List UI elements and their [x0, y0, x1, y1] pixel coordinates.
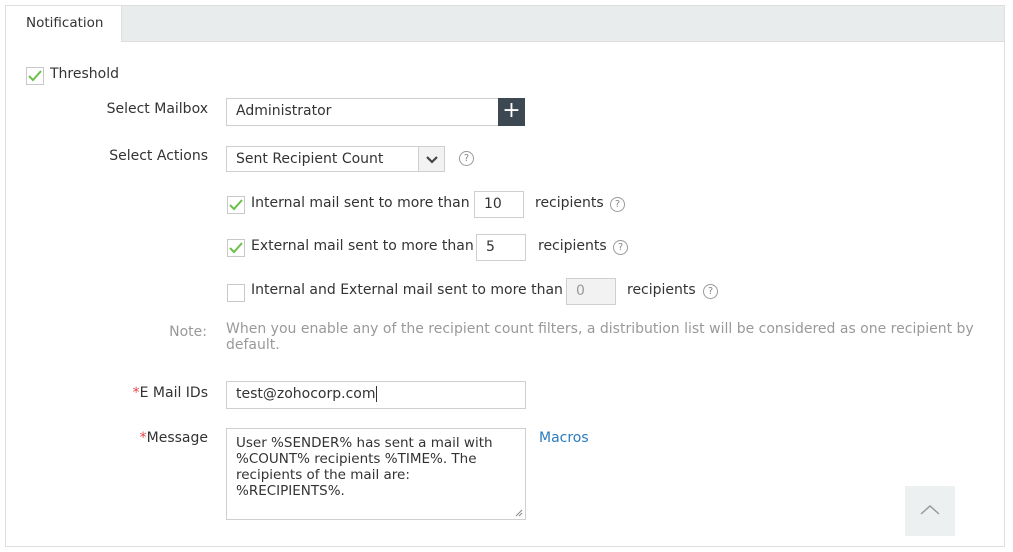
check-icon	[28, 70, 42, 82]
help-icon[interactable]: ?	[610, 197, 625, 212]
external-count-value: 5	[486, 239, 495, 255]
message-value: User %SENDER% has sent a mail with %COUN…	[236, 435, 497, 499]
required-mark: *	[139, 430, 147, 446]
note-text: When you enable any of the recipient cou…	[226, 321, 974, 353]
external-count-input[interactable]: 5	[476, 234, 526, 261]
actions-selected-value: Sent Recipient Count	[236, 151, 384, 167]
internal-count-input[interactable]: 10	[474, 191, 524, 218]
tab-notification[interactable]: Notification	[6, 6, 122, 42]
internal-suffix: recipients	[535, 195, 604, 211]
external-filter-checkbox[interactable]	[227, 239, 245, 257]
help-icon[interactable]: ?	[703, 284, 718, 299]
actions-dropdown-button[interactable]	[418, 147, 444, 171]
actions-select[interactable]: Sent Recipient Count	[226, 146, 445, 172]
select-mailbox-label: Select Mailbox	[106, 101, 208, 117]
help-icon[interactable]: ?	[613, 240, 628, 255]
add-mailbox-button[interactable]: +	[498, 98, 525, 126]
macros-link[interactable]: Macros	[539, 430, 589, 446]
mailbox-value: Administrator	[236, 103, 332, 119]
check-icon	[229, 242, 243, 254]
internal-external-suffix: recipients	[627, 282, 696, 298]
threshold-checkbox[interactable]	[26, 67, 44, 85]
select-actions-label: Select Actions	[109, 148, 208, 164]
email-ids-value: test@zohocorp.com	[236, 386, 376, 402]
internal-external-filter-label: Internal and External mail sent to more …	[251, 282, 563, 298]
threshold-label: Threshold	[50, 66, 119, 82]
tab-bar: Notification	[6, 6, 1004, 42]
scroll-to-top-button[interactable]	[905, 486, 955, 536]
internal-count-value: 10	[484, 196, 502, 212]
plus-icon: +	[502, 98, 521, 123]
message-label: *Message	[139, 430, 208, 446]
message-textarea[interactable]: User %SENDER% has sent a mail with %COUN…	[226, 428, 526, 520]
external-suffix: recipients	[538, 238, 607, 254]
required-mark: *	[132, 385, 140, 401]
resize-handle-icon[interactable]	[515, 509, 523, 517]
internal-external-filter-checkbox[interactable]	[227, 284, 245, 302]
internal-filter-label: Internal mail sent to more than	[251, 195, 470, 211]
check-icon	[229, 199, 243, 211]
email-ids-input[interactable]: test@zohocorp.com​	[226, 381, 526, 409]
text-cursor: ​	[375, 386, 377, 402]
email-ids-label: *E Mail IDs	[132, 385, 208, 401]
internal-external-count-input[interactable]: 0	[566, 278, 616, 305]
internal-filter-checkbox[interactable]	[227, 196, 245, 214]
external-filter-label: External mail sent to more than	[251, 238, 474, 254]
note-label: Note:	[169, 324, 207, 340]
chevron-down-icon	[426, 156, 438, 164]
mailbox-input[interactable]: Administrator	[226, 98, 499, 126]
help-icon[interactable]: ?	[459, 151, 474, 166]
chevron-up-icon	[920, 504, 940, 515]
internal-external-count-value: 0	[576, 283, 585, 299]
